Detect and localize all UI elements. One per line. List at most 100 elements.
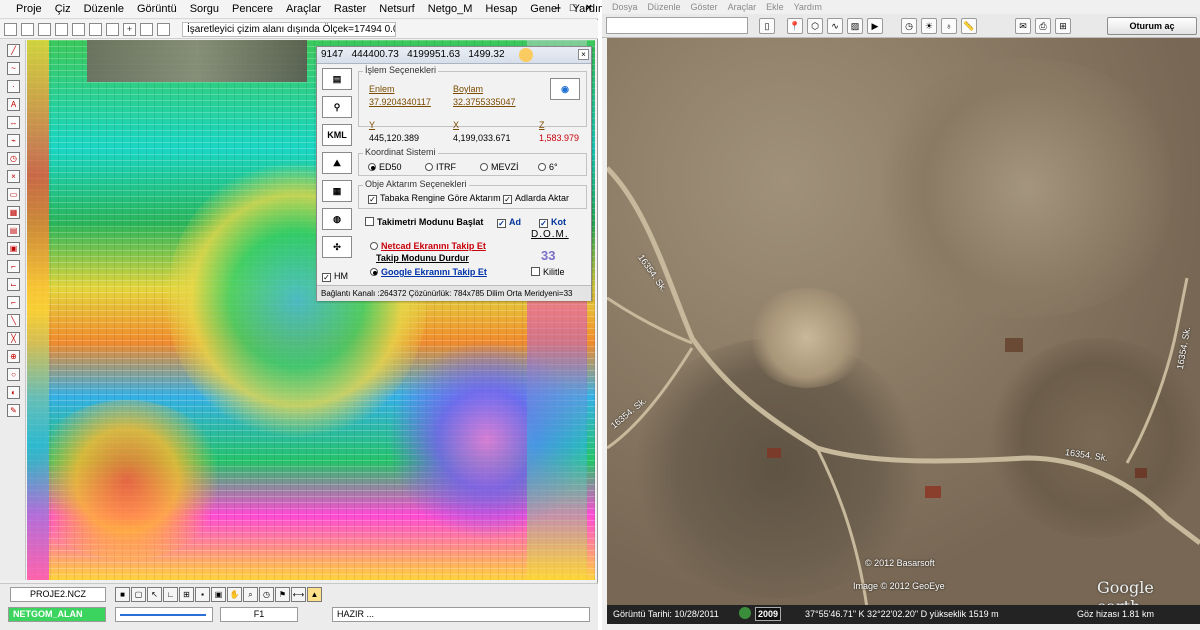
menu-hesap[interactable]: Hesap — [485, 3, 517, 15]
grid-tool-icon[interactable]: ▤ — [7, 224, 20, 237]
maps-icon[interactable]: ⊞ — [1055, 18, 1071, 34]
grid-icon[interactable] — [106, 22, 119, 36]
arrow-icon[interactable]: ↖ — [147, 587, 162, 602]
kml-button[interactable]: KML — [322, 124, 352, 146]
tag-icon[interactable]: ⚑ — [275, 587, 290, 602]
tour-icon[interactable]: ▶ — [867, 18, 883, 34]
menu-duzenle[interactable]: Düzenle — [84, 3, 124, 15]
bucket-tool-icon[interactable]: ◐ — [7, 386, 20, 399]
adlarda-checkbox[interactable]: ✓ Adlarda Aktar — [503, 193, 569, 204]
ad-checkbox[interactable]: ✓ Ad — [497, 217, 521, 228]
offset-tool-icon[interactable]: ⌙ — [7, 278, 20, 291]
takimetri-checkbox[interactable]: Takimetri Modunu Başlat — [365, 217, 483, 227]
sign-in-button[interactable]: Oturum aç — [1107, 17, 1197, 35]
kot-checkbox[interactable]: ✓ Kot — [539, 217, 566, 228]
earth-map-view[interactable]: 16354. Sk. 16354. Sk. 16354. Sk. 16354. … — [607, 38, 1200, 608]
open-file-icon[interactable] — [21, 22, 34, 36]
dialog-close-button[interactable]: × — [578, 49, 589, 60]
tools-icon[interactable] — [140, 22, 153, 36]
crosshair-icon[interactable]: + — [123, 22, 136, 36]
placemark-icon[interactable]: 📍 — [787, 18, 803, 34]
menu-raster[interactable]: Raster — [334, 3, 366, 15]
hm-checkbox[interactable]: ✓ HM — [322, 271, 348, 282]
tabaka-checkbox[interactable]: ✓ Tabaka Rengine Göre Aktarım — [368, 193, 501, 204]
layer-field[interactable]: NETGOM_ALAN — [8, 607, 106, 622]
table-button[interactable]: ▤ — [322, 68, 352, 90]
print-icon[interactable]: ⎙ — [1035, 18, 1051, 34]
pen-tool-icon[interactable]: ✎ — [7, 404, 20, 417]
extend-tool-icon[interactable]: ╳ — [7, 332, 20, 345]
sun-icon[interactable]: ☀ — [921, 18, 937, 34]
layers-icon[interactable] — [55, 22, 68, 36]
zoom-icon[interactable]: ⌕ — [243, 587, 258, 602]
planets-icon[interactable]: ♁ — [941, 18, 957, 34]
earth-menu-araclar[interactable]: Araçlar — [728, 2, 757, 12]
point-tool-icon[interactable]: · — [7, 80, 20, 93]
historical-clock-icon[interactable] — [739, 607, 751, 619]
menu-netsurf[interactable]: Netsurf — [379, 3, 414, 15]
earth-menu-dosya[interactable]: Dosya — [612, 2, 638, 12]
fill-icon[interactable]: ▪ — [195, 587, 210, 602]
snap-tool-icon[interactable]: ⊕ — [7, 350, 20, 363]
close-button[interactable]: × — [586, 2, 592, 14]
restore-button[interactable]: □ — [570, 2, 577, 14]
sync-button[interactable]: ✣ — [322, 236, 352, 258]
warning-icon[interactable]: ▲ — [307, 587, 322, 602]
google-follow-radio[interactable]: Google Ekranını Takip Et — [370, 267, 487, 277]
earth-menu-yardim[interactable]: Yardım — [794, 2, 822, 12]
link-tool-icon[interactable]: ⌁ — [7, 134, 20, 147]
itrf-radio[interactable]: ITRF — [425, 162, 456, 172]
menu-goruntu[interactable]: Görüntü — [137, 3, 177, 15]
satellite-button[interactable]: ▦ — [322, 180, 352, 202]
goto-location-button[interactable]: ◉ — [550, 78, 580, 100]
earth-menu-duzenle[interactable]: Düzenle — [648, 2, 681, 12]
clock-tool-icon[interactable]: ◷ — [7, 152, 20, 165]
historical-imagery-icon[interactable]: ◷ — [901, 18, 917, 34]
road-button[interactable]: ⛰ — [322, 152, 352, 174]
mevzi-radio[interactable]: MEVZİ — [480, 162, 519, 172]
image-tool-icon[interactable]: ▣ — [7, 242, 20, 255]
overlay-icon[interactable]: ▨ — [847, 18, 863, 34]
polyline-tool-icon[interactable]: ~ — [7, 62, 20, 75]
minimize-button[interactable]: – — [555, 2, 561, 14]
settings-icon[interactable] — [157, 22, 170, 36]
email-icon[interactable]: ✉ — [1015, 18, 1031, 34]
six-degree-radio[interactable]: 6° — [538, 162, 558, 172]
snap-grid-icon[interactable]: ⊞ — [179, 587, 194, 602]
measure-tool-icon[interactable]: ⌐ — [7, 260, 20, 273]
hatch-tool-icon[interactable]: ▦ — [7, 206, 20, 219]
ruler-icon[interactable]: 📏 — [961, 18, 977, 34]
ortho-icon[interactable]: ∟ — [163, 587, 178, 602]
new-file-icon[interactable] — [4, 22, 17, 36]
polygon-icon[interactable]: ⬡ — [807, 18, 823, 34]
menu-pencere[interactable]: Pencere — [232, 3, 273, 15]
circle-tool-icon[interactable]: ○ — [7, 368, 20, 381]
netcad-follow-radio[interactable]: Netcad Ekranını Takip Et — [370, 241, 486, 251]
print-icon[interactable] — [72, 22, 85, 36]
menu-proje[interactable]: Proje — [16, 3, 42, 15]
menu-sorgu[interactable]: Sorgu — [190, 3, 219, 15]
table-icon[interactable] — [89, 22, 102, 36]
earth-menu-ekle[interactable]: Ekle — [766, 2, 784, 12]
color-field[interactable] — [115, 607, 213, 622]
clock-icon[interactable]: ◷ — [259, 587, 274, 602]
map-pin-button[interactable]: ⚲ — [322, 96, 352, 118]
trim-tool-icon[interactable]: ╲ — [7, 314, 20, 327]
path-icon[interactable]: ∿ — [827, 18, 843, 34]
line-tool-icon[interactable]: ╱ — [7, 44, 20, 57]
text-tool-icon[interactable]: A — [7, 98, 20, 111]
pan-icon[interactable]: ✋ — [227, 587, 242, 602]
menu-araclar[interactable]: Araçlar — [286, 3, 321, 15]
function-key-field[interactable]: F1 — [220, 607, 298, 622]
delete-tool-icon[interactable]: × — [7, 170, 20, 183]
imagery-year-badge[interactable]: 2009 — [755, 607, 781, 621]
ed50-radio[interactable]: ED50 — [368, 162, 402, 172]
menu-ciz[interactable]: Çiz — [55, 3, 71, 15]
rect-tool-icon[interactable]: ▭ — [7, 188, 20, 201]
save-icon[interactable] — [38, 22, 51, 36]
measure-icon[interactable]: ⟷ — [291, 587, 306, 602]
kilitle-checkbox[interactable]: Kilitle — [531, 267, 565, 277]
layer-toggle-icon[interactable]: ▣ — [211, 587, 226, 602]
earth-button[interactable]: ◍ — [322, 208, 352, 230]
break-tool-icon[interactable]: ⌐ — [7, 296, 20, 309]
